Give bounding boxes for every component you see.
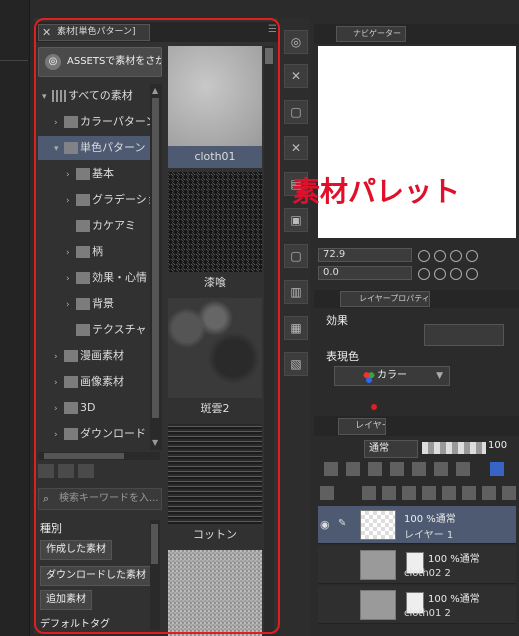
dock-icon[interactable]: ▣ (284, 208, 308, 232)
opacity-value: 100 (488, 440, 508, 451)
dock-icon[interactable]: ▧ (284, 352, 308, 376)
layer-tool-icon[interactable] (324, 462, 338, 476)
rotate-left-icon[interactable] (418, 268, 430, 280)
layer-name: レイヤー 1 (404, 530, 454, 541)
zoom-in-icon[interactable] (434, 250, 446, 262)
material-dock-icon[interactable]: ✕ (284, 64, 308, 88)
dock-icon[interactable]: ▢ (284, 244, 308, 268)
layer-color-icon[interactable] (490, 462, 504, 476)
layer-tool-icon[interactable] (390, 462, 404, 476)
layer-action-icon[interactable] (442, 486, 456, 500)
rotate-right-icon[interactable] (434, 268, 446, 280)
flip-icon[interactable] (466, 268, 478, 280)
layer-mode: 100 %通常 (404, 514, 456, 525)
highlight-box (34, 18, 280, 634)
zoom-out-icon[interactable] (418, 250, 430, 262)
layer-property-tab-label: レイヤープロパティ (359, 294, 430, 303)
layer-property-tab[interactable]: レイヤープロパティ (340, 291, 430, 307)
layer-name: cloth02 2 (404, 568, 451, 579)
blend-mode-select[interactable]: 通常 (364, 440, 418, 458)
navigator-tab-label: ナビゲーター (353, 29, 401, 38)
navigator-dock-icon[interactable]: ◎ (284, 30, 308, 54)
effect-buttons[interactable] (424, 324, 504, 346)
layer-action-icon[interactable] (482, 486, 496, 500)
layer-row[interactable]: 100 %通常 cloth01 2 (318, 586, 516, 624)
layer-tool-icon[interactable] (434, 462, 448, 476)
new-folder-icon[interactable] (402, 486, 416, 500)
rotation-slider[interactable]: 0.0 (318, 266, 412, 280)
layer-action-icon[interactable] (320, 486, 334, 500)
layer-tool-icon[interactable] (368, 462, 382, 476)
zoom-reset-icon[interactable] (450, 250, 462, 262)
new-layer-icon[interactable] (362, 486, 376, 500)
mask-icon[interactable] (462, 486, 476, 500)
chevron-down-icon: ▼ (436, 371, 443, 381)
rotate-reset-icon[interactable] (450, 268, 462, 280)
annotation-title: 素材パレット (292, 175, 461, 208)
expression-label: 表現色 (326, 350, 359, 363)
layer-thumbnail (360, 590, 396, 620)
layer-tool-icon[interactable] (412, 462, 426, 476)
layer-mode: 100 %通常 (428, 594, 480, 605)
navigator-tab[interactable]: ナビゲーター (336, 26, 406, 42)
left-edge-strip (0, 0, 30, 636)
dock-icon[interactable]: ▥ (284, 280, 308, 304)
marker-dot (371, 404, 377, 410)
layer-tab[interactable]: レイヤー (338, 418, 386, 435)
dock-icon[interactable]: ▦ (284, 316, 308, 340)
layer-tool-icon[interactable] (346, 462, 360, 476)
layer-row[interactable]: 100 %通常 レイヤー 1 (318, 506, 516, 544)
layer-mode: 100 %通常 (428, 554, 480, 565)
layer-tool-icon[interactable] (456, 462, 470, 476)
effect-label: 効果 (326, 314, 348, 327)
layer-action-icon[interactable] (422, 486, 436, 500)
color-mode-icon (363, 371, 375, 383)
color-mode-value: カラー (377, 370, 407, 381)
fit-icon[interactable] (466, 250, 478, 262)
opacity-slider[interactable] (422, 442, 486, 454)
layer-tab-label: レイヤー (355, 421, 385, 431)
layer-name: cloth01 2 (404, 608, 451, 619)
zoom-slider[interactable]: 72.9 (318, 248, 412, 262)
trash-icon[interactable] (502, 486, 516, 500)
eye-icon[interactable]: ◉ (320, 518, 330, 531)
layer-row[interactable]: 100 %通常 cloth02 2 (318, 546, 516, 584)
new-vector-layer-icon[interactable] (382, 486, 396, 500)
color-mode-select[interactable]: カラー ▼ (334, 366, 450, 386)
layer-thumbnail (360, 550, 396, 580)
dock-icon[interactable]: ✕ (284, 136, 308, 160)
layer-thumbnail (360, 510, 396, 540)
pen-icon[interactable]: ✎ (338, 518, 346, 529)
dock-icon[interactable]: ▢ (284, 100, 308, 124)
